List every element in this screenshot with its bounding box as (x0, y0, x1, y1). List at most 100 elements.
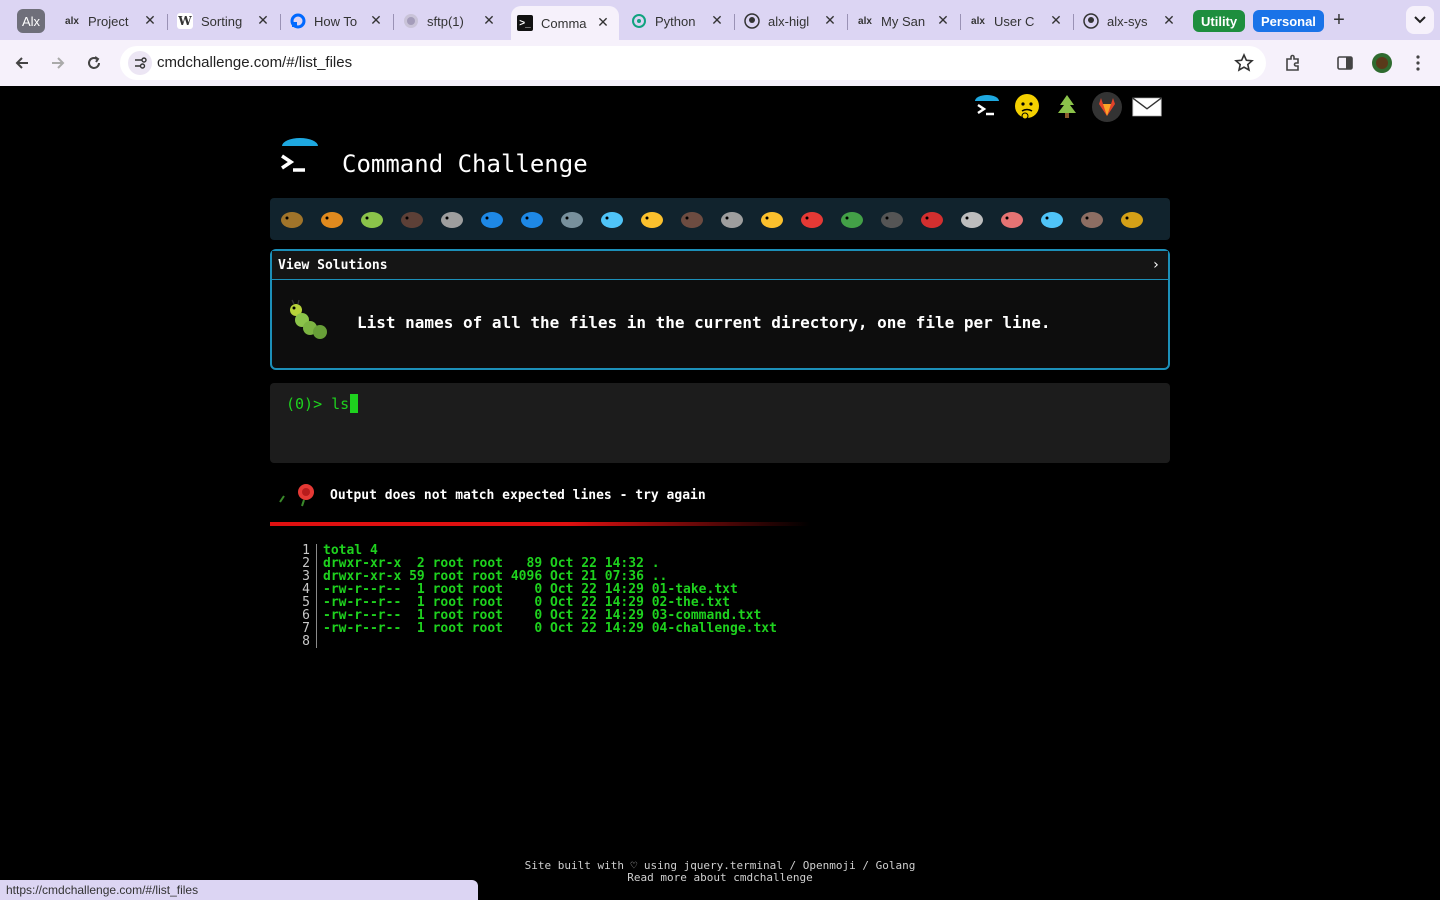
prompt-label: (0)> (286, 395, 332, 413)
tab-search-button[interactable] (1406, 6, 1434, 34)
side-panel-icon[interactable] (1333, 51, 1357, 75)
forward-button[interactable] (46, 51, 70, 75)
close-icon[interactable]: ✕ (822, 12, 838, 28)
level-fly-icon[interactable] (958, 205, 986, 233)
level-lizard-icon[interactable] (838, 205, 866, 233)
tab-python[interactable]: Python ✕ (625, 6, 733, 36)
tab-divider (167, 14, 168, 30)
terminal-prompt: (0)> ls (286, 394, 359, 413)
tab-alx-higher[interactable]: alx-higl ✕ (738, 6, 846, 36)
level-scorpion-icon[interactable] (918, 205, 946, 233)
back-button[interactable] (10, 51, 34, 75)
address-bar[interactable]: cmdchallenge.com/#/list_files (120, 46, 1266, 80)
bookmark-star-icon[interactable] (1234, 53, 1254, 73)
close-icon[interactable]: ✕ (142, 12, 158, 28)
tab-group-utility[interactable]: Utility (1193, 10, 1246, 32)
wilted-rose-icon (276, 482, 320, 508)
level-microbe-icon[interactable] (438, 205, 466, 233)
tab-group-personal[interactable]: Personal (1253, 10, 1324, 32)
level-spider-icon[interactable] (878, 205, 906, 233)
level-worm-icon[interactable] (998, 205, 1026, 233)
result-text: Output does not match expected lines - t… (330, 487, 706, 503)
profile-badge[interactable]: Alx (17, 9, 45, 33)
tab-divider (734, 14, 735, 30)
close-icon[interactable]: ✕ (595, 14, 611, 30)
level-wolf-icon[interactable] (718, 205, 746, 233)
level-whale-icon[interactable] (478, 205, 506, 233)
reload-button[interactable] (82, 51, 106, 75)
level-snail-icon[interactable] (278, 205, 306, 233)
gutter-divider (316, 609, 317, 622)
wikipedia-icon: W (177, 13, 193, 29)
page-content: Command Challenge View Solutions › List … (0, 86, 1440, 900)
result-message: Output does not match expected lines - t… (276, 482, 706, 508)
reload-icon (88, 56, 100, 69)
tab-project[interactable]: alx Project ✕ (58, 6, 166, 36)
chevron-right-icon[interactable]: › (1152, 257, 1160, 273)
level-caterpillar-icon[interactable] (358, 205, 386, 233)
level-dog-icon[interactable] (1118, 205, 1146, 233)
thinking-face-icon[interactable] (1012, 92, 1042, 122)
ladybug-icon (801, 212, 823, 228)
tab-how-to[interactable]: How To ✕ (284, 6, 392, 36)
level-fish-icon[interactable] (598, 205, 626, 233)
monkey-icon (1081, 212, 1103, 228)
profile-avatar[interactable] (1370, 51, 1394, 75)
output-line: 7 -rw-r--r-- 1 root root 0 Oct 22 14:29 0… (294, 622, 777, 635)
tab-command-challenge[interactable]: >_ Comma ✕ (511, 6, 619, 40)
github-icon (744, 13, 760, 29)
level-tropical-fish-icon[interactable] (638, 205, 666, 233)
level-hedgehog-icon[interactable] (678, 205, 706, 233)
close-icon[interactable]: ✕ (1161, 12, 1177, 28)
error-bar (270, 522, 810, 526)
tab-user-c[interactable]: alx User C ✕ (964, 6, 1072, 36)
level-monkey-icon[interactable] (1078, 205, 1106, 233)
challenge-body: List names of all the files in the curre… (272, 280, 1168, 368)
command-text[interactable]: ls (331, 395, 349, 413)
caterpillar-icon (286, 296, 334, 344)
close-icon[interactable]: ✕ (368, 12, 384, 28)
challenge-panel: View Solutions › List names of all the f… (270, 249, 1170, 370)
close-icon[interactable]: ✕ (935, 12, 951, 28)
level-butterfly-icon[interactable] (318, 205, 346, 233)
command-output: 1 total 4 2 drwxr-xr-x 2 root root 89 Oct 2… (294, 544, 777, 648)
close-icon[interactable]: ✕ (481, 12, 497, 28)
close-icon[interactable]: ✕ (709, 12, 725, 28)
new-tab-button[interactable]: + (1328, 9, 1350, 31)
shark-icon (561, 212, 583, 228)
tree-icon[interactable] (1052, 92, 1082, 122)
envelope-icon[interactable] (1132, 92, 1162, 122)
tab-my-sandbox[interactable]: alx My San ✕ (851, 6, 959, 36)
extensions-icon[interactable] (1281, 51, 1305, 75)
level-bee-icon[interactable] (758, 205, 786, 233)
hedgehog-icon (681, 212, 703, 228)
gutter-divider (316, 583, 317, 596)
page-title: Command Challenge (342, 150, 588, 178)
tab-title: User C (994, 13, 1035, 29)
view-solutions-header[interactable]: View Solutions › (272, 251, 1168, 280)
gitlab-icon[interactable] (1092, 92, 1122, 122)
tab-strip: Alx alx Project ✕ W Sorting ✕ How To ✕ s… (0, 0, 1440, 40)
tab-title: Comma (541, 15, 587, 31)
terminal-logo-icon[interactable] (972, 92, 1002, 122)
level-ladybug-icon[interactable] (798, 205, 826, 233)
tab-divider (847, 14, 848, 30)
site-info-icon[interactable] (128, 51, 152, 75)
level-paramecium-icon[interactable] (1038, 205, 1066, 233)
tab-alx-sys[interactable]: alx-sys ✕ (1077, 6, 1185, 36)
tab-sorting[interactable]: W Sorting ✕ (171, 6, 279, 36)
level-ant-icon[interactable] (398, 205, 426, 233)
view-solutions-label: View Solutions (278, 257, 388, 273)
level-shark-icon[interactable] (558, 205, 586, 233)
kebab-menu-icon[interactable] (1406, 51, 1430, 75)
close-icon[interactable]: ✕ (255, 12, 271, 28)
fish-icon (601, 212, 623, 228)
level-dolphin-icon[interactable] (518, 205, 546, 233)
dog-icon (1121, 212, 1143, 228)
bee-icon (761, 212, 783, 228)
browser-toolbar: cmdchallenge.com/#/list_files (0, 40, 1440, 86)
close-icon[interactable]: ✕ (1048, 12, 1064, 28)
terminal-input[interactable]: (0)> ls (270, 383, 1170, 463)
paramecium-icon (1041, 212, 1063, 228)
tab-sftp[interactable]: sftp(1) ✕ (397, 6, 505, 36)
